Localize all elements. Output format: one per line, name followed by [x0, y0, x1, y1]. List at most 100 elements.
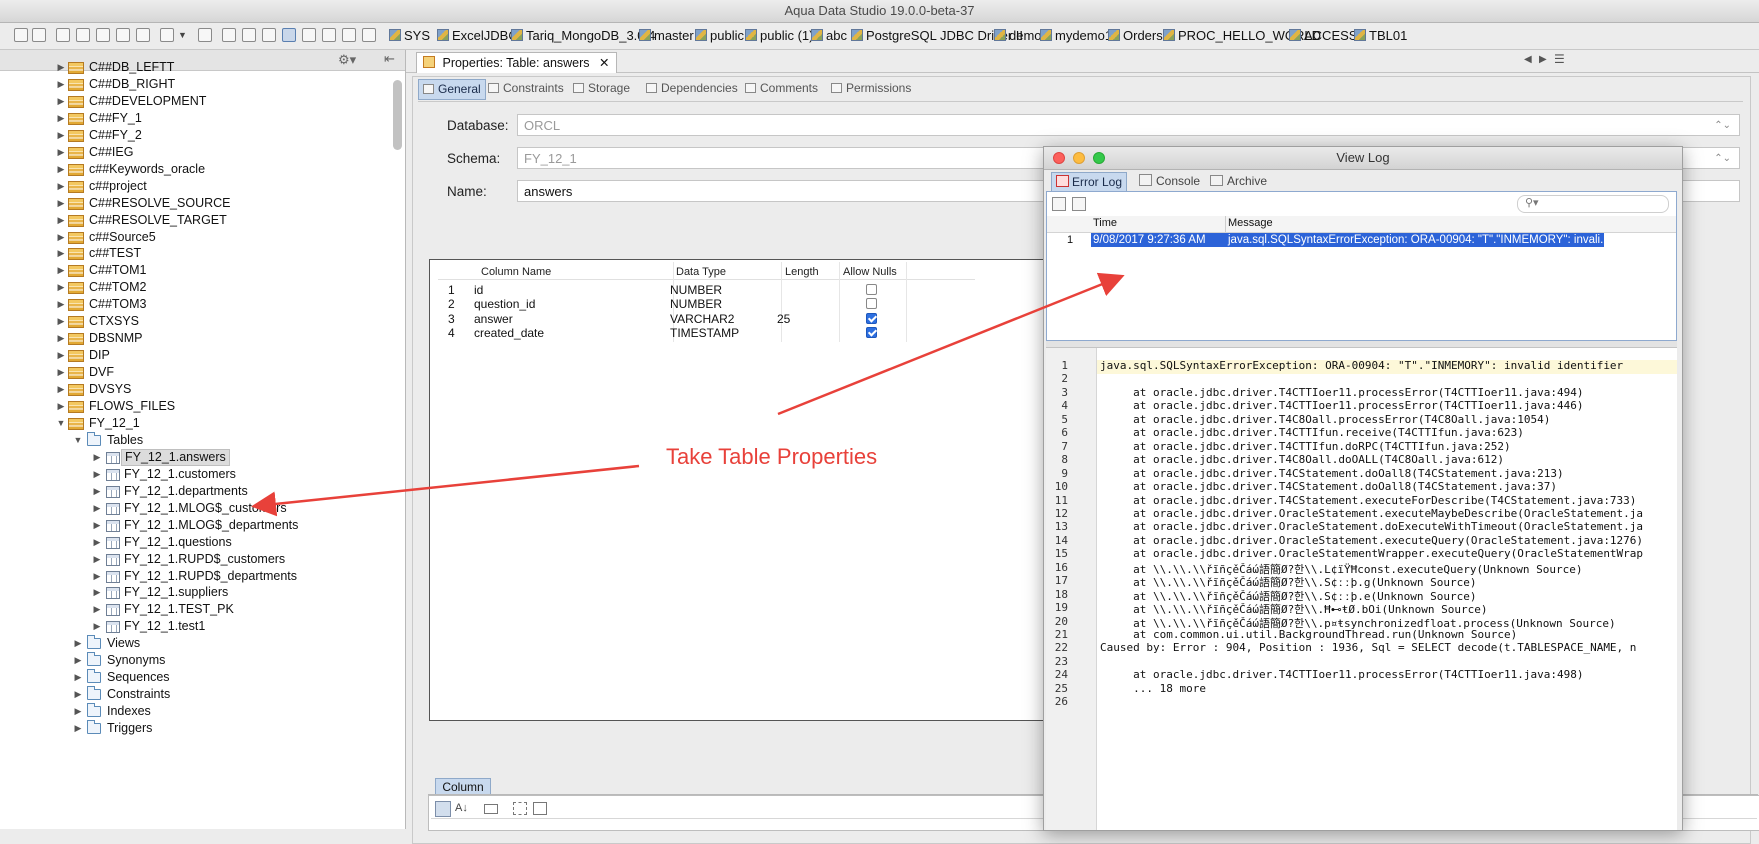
log-search-input[interactable]: ⚲▾ [1517, 195, 1669, 213]
layout-7-icon[interactable] [342, 28, 356, 42]
expand-icon[interactable] [513, 802, 527, 815]
folder-icon [87, 703, 101, 718]
clear-log-icon[interactable] [1052, 197, 1066, 211]
data-type-cell[interactable]: NUMBER [670, 297, 722, 311]
tree-item-folder[interactable]: ▶ Triggers [0, 719, 390, 738]
tree-scrollbar[interactable] [393, 80, 402, 150]
length-cell[interactable]: 25 [777, 312, 790, 326]
name-value: answers [524, 184, 573, 199]
connection-shortcut[interactable]: demo [994, 26, 1042, 46]
layout-8-icon[interactable] [362, 28, 376, 42]
tab-permissions[interactable]: Permissions [831, 79, 911, 98]
log-entry-row[interactable]: 1 9/08/2017 9:27:36 AM java.sql.SQLSynta… [1047, 232, 1676, 249]
chevron-right-icon[interactable]: ▶ [73, 719, 83, 738]
layout-4-icon[interactable] [282, 28, 296, 42]
list-view-icon[interactable] [435, 801, 451, 817]
layout-3-icon[interactable] [262, 28, 276, 42]
tab-general[interactable]: General [418, 79, 486, 100]
collapse-icon[interactable] [533, 802, 547, 815]
copy-log-icon[interactable] [1072, 197, 1086, 211]
connection-shortcut[interactable]: ExcelJDBC [437, 26, 518, 46]
connection-icon [511, 29, 523, 41]
allow-nulls-checkbox[interactable] [866, 284, 877, 295]
connection-shortcut[interactable]: abc [811, 26, 847, 46]
data-type-cell[interactable]: NUMBER [670, 283, 722, 297]
connection-shortcut[interactable]: master [639, 26, 694, 46]
query-window-icon[interactable] [56, 28, 70, 42]
dropdown-arrow-icon[interactable]: ▼ [178, 28, 192, 42]
layout-1-icon[interactable] [222, 28, 236, 42]
schema-browser-icon[interactable] [96, 28, 110, 42]
connection-shortcut[interactable]: public (1) [745, 26, 813, 46]
row-number: 4 [448, 325, 455, 340]
connection-label: demo [1009, 28, 1042, 43]
table-icon [106, 451, 120, 464]
compare-icon[interactable] [116, 28, 130, 42]
table-row[interactable]: 3 answer VARCHAR2 25 [438, 312, 975, 326]
view-log-tabs: Error Log Console Archive [1044, 170, 1682, 192]
tab-archive-label: Archive [1227, 174, 1268, 188]
connection-shortcut[interactable]: TBL01 [1354, 26, 1407, 46]
scripts-icon[interactable] [198, 28, 212, 42]
tab-console[interactable]: Console [1139, 172, 1200, 190]
subtab-label: Dependencies [661, 81, 738, 95]
connect-icon[interactable] [14, 28, 28, 42]
layout-6-icon[interactable] [322, 28, 336, 42]
disconnect-icon[interactable] [32, 28, 46, 42]
schema-icon [68, 62, 84, 74]
name-label: Name: [447, 184, 487, 199]
connection-shortcut[interactable]: Tariq_MongoDB_3.0.4 [511, 26, 655, 46]
field-icon[interactable] [484, 804, 498, 814]
tab-comments[interactable]: Comments [745, 79, 818, 98]
view-log-title-bar[interactable]: View Log [1044, 147, 1682, 170]
query-analyzer-icon[interactable] [76, 28, 90, 42]
database-field[interactable]: ORCL ⌃⌄ [517, 114, 1740, 136]
tab-console-label: Console [1156, 174, 1201, 188]
column-name-cell[interactable]: answer [474, 312, 513, 326]
connection-label: abc [826, 28, 847, 43]
log-text-line: at oracle.jdbc.driver.OracleStatement.ex… [1100, 506, 1644, 520]
connection-shortcut[interactable]: SYS [389, 26, 430, 46]
connection-shortcut[interactable]: Orders [1108, 26, 1163, 46]
connection-icon [389, 29, 401, 41]
data-type-cell[interactable]: VARCHAR2 [670, 312, 734, 326]
connection-shortcut[interactable]: mydemo1 [1040, 26, 1112, 46]
data-type-cell[interactable]: TIMESTAMP [670, 326, 739, 340]
tab-storage[interactable]: Storage [573, 79, 630, 98]
scroll-tabs-right-icon[interactable]: ▶ [1539, 54, 1547, 65]
storage-icon [573, 83, 584, 93]
log-entry-number: 1 [1067, 234, 1074, 246]
column-name-cell[interactable]: created_date [474, 326, 544, 340]
tab-table-properties[interactable]: Properties: Table: answers ✕ [416, 52, 617, 73]
schema-icon [68, 299, 84, 312]
constraints-icon [488, 83, 499, 93]
scroll-tabs-left-icon[interactable]: ◀ [1524, 54, 1532, 65]
tab-list-icon[interactable]: ☰ [1554, 52, 1565, 66]
tab-archive[interactable]: Archive [1210, 172, 1267, 190]
allow-nulls-checkbox[interactable] [866, 312, 877, 324]
close-window-button[interactable] [1053, 152, 1065, 164]
tab-dependencies[interactable]: Dependencies [646, 79, 738, 98]
schema-icon [68, 367, 84, 380]
new-file-icon[interactable] [160, 28, 174, 42]
layout-2-icon[interactable] [242, 28, 256, 42]
sort-az-icon[interactable]: A↓ [455, 801, 469, 815]
error-detail-text[interactable]: 1 2 3 4 5 6 7 8 9 10 11 12 13 14 15 16 17 18 19 20 21 22 23 24 2… [1046, 347, 1677, 830]
table-row[interactable]: 4 created_date TIMESTAMP [438, 326, 975, 340]
column-name-cell[interactable]: question_id [474, 297, 535, 311]
minimize-window-button[interactable] [1073, 152, 1085, 164]
column-name-cell[interactable]: id [474, 283, 483, 297]
zoom-window-button[interactable] [1093, 152, 1105, 164]
connection-shortcut[interactable]: public [695, 26, 744, 46]
allow-nulls-checkbox[interactable] [866, 298, 877, 310]
tab-constraints[interactable]: Constraints [488, 79, 564, 98]
allow-nulls-checkbox[interactable] [866, 326, 877, 338]
close-icon[interactable]: ✕ [599, 56, 609, 70]
tab-error-log[interactable]: Error Log [1051, 172, 1128, 192]
line-number: 17 [1054, 574, 1068, 588]
table-row[interactable]: 2 question_id NUMBER [438, 297, 975, 311]
log-text-line: at oracle.jdbc.driver.T4CTTIoer11.proces… [1100, 399, 1584, 413]
table-row[interactable]: 1 id NUMBER [438, 283, 975, 297]
export-icon[interactable] [136, 28, 150, 42]
layout-5-icon[interactable] [302, 28, 316, 42]
